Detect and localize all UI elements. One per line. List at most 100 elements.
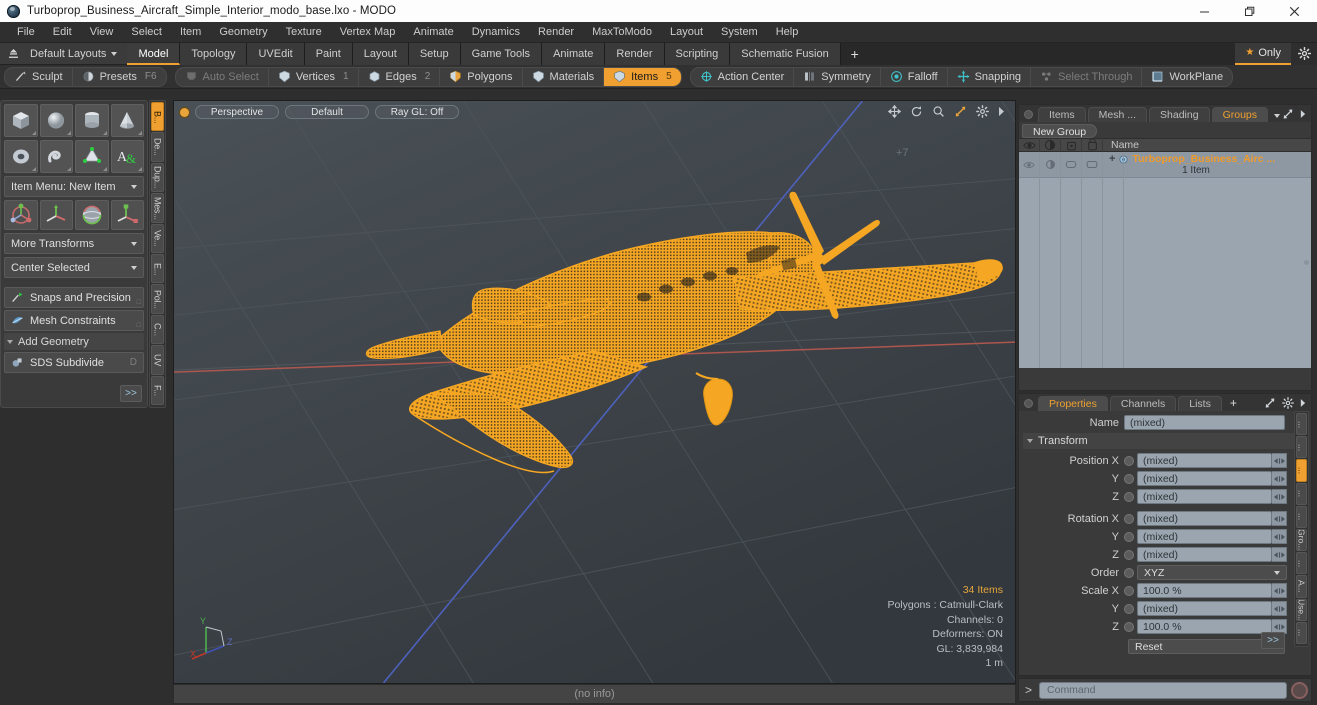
position-x-radio[interactable] <box>1124 455 1134 466</box>
command-input[interactable]: Command <box>1039 681 1287 699</box>
pvtab-5[interactable]: ... <box>1296 505 1307 529</box>
prism-primitive-icon[interactable] <box>75 140 109 173</box>
snapping-button[interactable]: Snapping <box>948 67 1032 86</box>
3d-viewport[interactable]: +7 Perspective Default Ray GL: Off 34 It… <box>173 100 1016 684</box>
item-menu-dropdown[interactable]: Item Menu: New Item <box>4 176 144 197</box>
new-group-button[interactable]: New Group <box>1022 124 1098 138</box>
pvtab-a[interactable]: A... <box>1296 575 1307 598</box>
pvtab-7[interactable]: ... <box>1296 552 1307 575</box>
rotation-x-radio[interactable] <box>1124 513 1134 524</box>
selectable-icon[interactable] <box>1082 138 1103 152</box>
expand-panel-icon[interactable] <box>1264 397 1276 409</box>
menu-vertex-map[interactable]: Vertex Map <box>331 22 405 43</box>
gear-icon[interactable] <box>1291 42 1317 65</box>
viewport-gear-icon[interactable] <box>976 105 989 118</box>
menu-texture[interactable]: Texture <box>277 22 331 43</box>
list-scroll-handle[interactable] <box>1304 260 1309 265</box>
panel-more-icon[interactable] <box>1300 398 1306 408</box>
name-field[interactable]: (mixed) <box>1124 415 1285 430</box>
cube-primitive-icon[interactable] <box>4 104 38 137</box>
sculpt-button[interactable]: Sculpt <box>5 67 73 86</box>
center-selected-dropdown[interactable]: Center Selected <box>4 257 144 278</box>
pvtab-1[interactable]: ... <box>1296 413 1307 436</box>
panel-tab-lists[interactable]: Lists <box>1178 396 1222 411</box>
table-row[interactable]: + Turboprop_Business_Airc ... 1 Item <box>1019 151 1311 178</box>
panel-menu-dot-icon[interactable] <box>1024 399 1033 408</box>
panel-tab-channels[interactable]: Channels <box>1109 396 1177 411</box>
torus-primitive-icon[interactable] <box>4 140 38 173</box>
mesh-constraints-button[interactable]: Mesh Constraints □ <box>4 310 144 331</box>
scale-z-field[interactable]: 100.0 % <box>1137 619 1272 634</box>
scale-x-stepper[interactable] <box>1272 583 1287 598</box>
layout-tab-topology[interactable]: Topology <box>180 42 248 65</box>
rotate-icon[interactable] <box>910 105 923 118</box>
tool-panel-expand-button[interactable]: >> <box>120 385 142 402</box>
record-icon[interactable] <box>1291 681 1308 699</box>
vtab-polygon[interactable]: Pol... <box>151 284 164 314</box>
pvtab-10[interactable]: ... <box>1296 621 1307 645</box>
menu-animate[interactable]: Animate <box>404 22 462 43</box>
menu-help[interactable]: Help <box>767 22 808 43</box>
vtab-edge[interactable]: E... <box>151 254 164 284</box>
menu-edit[interactable]: Edit <box>44 22 81 43</box>
workplane-button[interactable]: WorkPlane <box>1142 68 1232 86</box>
eye-visibility-icon[interactable] <box>1019 138 1040 152</box>
group-row-name-cell[interactable]: + Turboprop_Business_Airc ... 1 Item <box>1103 153 1311 176</box>
vtab-vertex[interactable]: Ve... <box>151 223 164 254</box>
edges-button[interactable]: Edges 2 <box>359 67 441 86</box>
fit-icon[interactable] <box>954 105 967 118</box>
menu-render[interactable]: Render <box>529 22 583 43</box>
menu-select[interactable]: Select <box>122 22 171 43</box>
scale-y-field[interactable]: (mixed) <box>1137 601 1272 616</box>
add-properties-tab-button[interactable]: + <box>1230 396 1237 410</box>
rotation-y-field[interactable]: (mixed) <box>1137 529 1272 544</box>
row-eye-toggle[interactable] <box>1019 151 1040 178</box>
rotate-transform-icon[interactable] <box>39 200 73 230</box>
pan-icon[interactable] <box>888 105 901 118</box>
snaps-and-precision-button[interactable]: Snaps and Precision □ <box>4 287 144 308</box>
layout-tab-animate[interactable]: Animate <box>542 42 606 65</box>
rotation-y-stepper[interactable] <box>1272 529 1287 544</box>
position-z-radio[interactable] <box>1124 491 1134 502</box>
layout-tab-setup[interactable]: Setup <box>408 42 461 65</box>
render-visibility-icon[interactable] <box>1040 138 1061 152</box>
position-y-stepper[interactable] <box>1272 471 1287 486</box>
viewport-menu-dot-icon[interactable] <box>180 107 189 117</box>
vertices-button[interactable]: Vertices 1 <box>269 67 359 86</box>
scale-transform-icon[interactable] <box>75 200 109 230</box>
gear-icon[interactable] <box>1282 397 1294 409</box>
menu-geometry[interactable]: Geometry <box>210 22 276 43</box>
menu-dynamics[interactable]: Dynamics <box>463 22 529 43</box>
scale-x-field[interactable]: 100.0 % <box>1137 583 1272 598</box>
position-y-field[interactable]: (mixed) <box>1137 471 1272 486</box>
cylinder-primitive-icon[interactable] <box>75 104 109 137</box>
scale-z-radio[interactable] <box>1124 621 1134 632</box>
auto-select-button[interactable]: Auto Select <box>176 67 269 86</box>
rotation-x-stepper[interactable] <box>1272 511 1287 526</box>
text-primitive-icon[interactable]: A & <box>110 140 144 173</box>
minimize-icon[interactable] <box>1182 0 1227 22</box>
menu-view[interactable]: View <box>81 22 123 43</box>
panel-menu-dot-icon[interactable] <box>1024 110 1033 119</box>
action-center-button[interactable]: Action Center <box>691 67 795 86</box>
pvtab-groups[interactable]: Gro... <box>1296 529 1307 552</box>
rotation-z-stepper[interactable] <box>1272 547 1287 562</box>
cone-primitive-icon[interactable] <box>110 104 144 137</box>
rotation-z-field[interactable]: (mixed) <box>1137 547 1272 562</box>
menu-system[interactable]: System <box>712 22 767 43</box>
layout-tab-model[interactable]: Model <box>127 42 181 65</box>
select-through-button[interactable]: Select Through <box>1031 67 1143 86</box>
pvtab-3[interactable]: ... <box>1296 459 1307 482</box>
sds-subdivide-button[interactable]: SDS Subdivide D <box>4 352 144 373</box>
vtab-duplicate[interactable]: Dup... <box>151 162 164 193</box>
lock-icon[interactable] <box>1061 138 1082 152</box>
position-y-radio[interactable] <box>1124 473 1134 484</box>
vtab-basic[interactable]: B... <box>151 102 164 132</box>
order-dropdown[interactable]: XYZ <box>1137 565 1287 580</box>
viewport-shading-selector[interactable]: Default <box>285 105 369 119</box>
pvtab-user[interactable]: Use... <box>1296 598 1307 621</box>
move-transform-icon[interactable] <box>4 200 38 230</box>
panel-tab-shading[interactable]: Shading <box>1149 107 1210 122</box>
row-render-toggle[interactable] <box>1040 151 1061 178</box>
viewport-raygl-selector[interactable]: Ray GL: Off <box>375 105 459 119</box>
